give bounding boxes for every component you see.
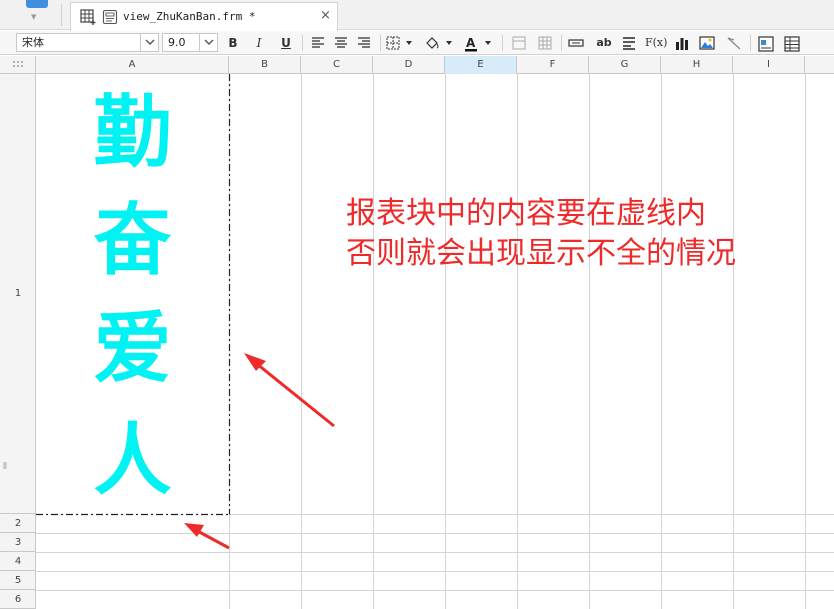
merge-cells-icon[interactable] bbox=[510, 34, 528, 52]
slash-line-icon[interactable] bbox=[725, 34, 743, 52]
column-header-bar: A B C D E F G H I bbox=[0, 56, 834, 74]
bold-button[interactable]: B bbox=[224, 34, 242, 52]
toolbar-separator bbox=[380, 35, 381, 51]
grid-line bbox=[661, 74, 662, 609]
block-char: 勤 bbox=[93, 88, 172, 178]
annotation-note: 报表块中的内容要在虚线内 否则就会出现显示不全的情况 bbox=[346, 194, 736, 274]
form-file-icon bbox=[102, 9, 118, 29]
column-header-b[interactable]: B bbox=[229, 56, 301, 74]
toolbar-separator bbox=[750, 35, 751, 51]
italic-button[interactable]: I bbox=[250, 34, 268, 52]
fill-color-icon[interactable] bbox=[424, 34, 456, 52]
column-header-c[interactable]: C bbox=[301, 56, 373, 74]
grid-line bbox=[517, 74, 518, 609]
text-box-icon[interactable] bbox=[567, 34, 585, 52]
chevron-down-icon[interactable] bbox=[140, 34, 158, 51]
select-all-corner[interactable] bbox=[0, 56, 36, 74]
row-header-5[interactable]: 5 bbox=[0, 571, 36, 590]
column-header-a[interactable]: A bbox=[36, 56, 229, 74]
row-header-6[interactable]: 6 bbox=[0, 590, 36, 609]
align-center-icon[interactable] bbox=[332, 34, 350, 52]
font-size-select[interactable]: 9.0 bbox=[162, 33, 218, 52]
text-field-button[interactable]: ab bbox=[593, 34, 615, 52]
toolbar-separator bbox=[502, 35, 503, 51]
grid-line bbox=[36, 552, 834, 553]
bar-chart-icon[interactable] bbox=[673, 34, 691, 52]
align-left-icon[interactable] bbox=[309, 34, 327, 52]
resize-grip-icon[interactable]: ⦀ bbox=[3, 462, 7, 472]
table-panel-icon[interactable] bbox=[783, 34, 801, 52]
row-header-1[interactable]: 1 bbox=[0, 74, 36, 514]
format-toolbar: 宋体 9.0 B I U A ab F(x) bbox=[0, 31, 834, 55]
font-color-icon[interactable]: A bbox=[463, 34, 495, 52]
layout-panel-icon[interactable] bbox=[757, 34, 775, 52]
paragraph-icon[interactable] bbox=[620, 34, 638, 52]
close-icon[interactable]: × bbox=[320, 8, 331, 23]
grid-line bbox=[733, 74, 734, 609]
column-header-i[interactable]: I bbox=[733, 56, 805, 74]
font-family-value: 宋体 bbox=[22, 36, 44, 49]
grid-line bbox=[445, 74, 446, 609]
grid-line bbox=[373, 74, 374, 609]
annotation-line-2: 否则就会出现显示不全的情况 bbox=[346, 236, 736, 271]
grid-line bbox=[805, 74, 806, 609]
grid-line bbox=[36, 533, 834, 534]
image-icon[interactable] bbox=[698, 34, 716, 52]
grid-add-icon[interactable] bbox=[80, 9, 96, 29]
block-char: 奋 bbox=[93, 196, 172, 286]
row-header-2[interactable]: 2 bbox=[0, 514, 36, 533]
grid-line bbox=[36, 571, 834, 572]
font-size-value: 9.0 bbox=[168, 36, 186, 49]
app-logo-icon[interactable] bbox=[26, 0, 48, 8]
column-header-d[interactable]: D bbox=[373, 56, 445, 74]
column-header-g[interactable]: G bbox=[589, 56, 661, 74]
annotation-line-1: 报表块中的内容要在虚线内 bbox=[346, 196, 706, 231]
arrow-icon bbox=[184, 523, 230, 550]
chevron-down-icon[interactable] bbox=[199, 34, 217, 51]
sheet-grid[interactable]: 勤 奋 爱 人 报表块中的内容要在虚线内 否则就会出现显示不全的情况 bbox=[36, 74, 834, 609]
app-menu-caret-icon[interactable]: ▼ bbox=[31, 13, 36, 21]
underline-button[interactable]: U bbox=[277, 34, 295, 52]
arrow-icon bbox=[244, 353, 335, 428]
split-cells-icon[interactable] bbox=[536, 34, 554, 52]
row-header-3[interactable]: 3 bbox=[0, 533, 36, 552]
font-family-select[interactable]: 宋体 bbox=[16, 33, 159, 52]
tab-view-zhukanban[interactable]: view_ZhuKanBan.frm * × bbox=[70, 2, 338, 31]
tab-separator bbox=[61, 4, 62, 26]
grid-line bbox=[589, 74, 590, 609]
annotation-arrows bbox=[184, 353, 335, 550]
column-header-f[interactable]: F bbox=[517, 56, 589, 74]
tab-title: view_ZhuKanBan.frm * bbox=[123, 10, 256, 23]
align-right-icon[interactable] bbox=[355, 34, 373, 52]
row-header-bar: 1 2 3 4 5 6 bbox=[0, 74, 36, 609]
toolbar-separator bbox=[302, 35, 303, 51]
svg-text:A: A bbox=[466, 36, 476, 50]
formula-button[interactable]: F(x) bbox=[645, 34, 667, 52]
row-header-4[interactable]: 4 bbox=[0, 552, 36, 571]
toolbar-separator bbox=[561, 35, 562, 51]
column-header-e[interactable]: E bbox=[445, 56, 517, 74]
grid-line bbox=[36, 590, 834, 591]
column-header-h[interactable]: H bbox=[661, 56, 733, 74]
tab-bar: ▼ view_ZhuKanBan.frm * × bbox=[0, 0, 834, 31]
border-dropdown-icon[interactable] bbox=[386, 34, 416, 52]
